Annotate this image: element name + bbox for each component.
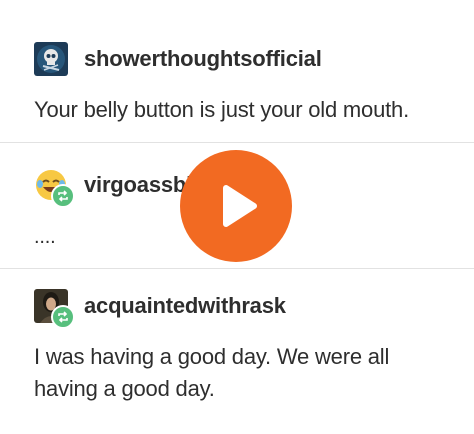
- post-text: Your belly button is just your old mouth…: [34, 97, 409, 122]
- post-text-line: I was having a good day. We were all: [34, 344, 390, 369]
- username[interactable]: acquaintedwithrask: [84, 293, 286, 319]
- avatar[interactable]: [34, 168, 75, 208]
- post-acquaintedwithrask: acquaintedwithrask I was having a good d…: [0, 269, 474, 434]
- post-text-line: having a good day.: [34, 376, 215, 401]
- play-icon: [223, 185, 257, 227]
- post-header: acquaintedwithrask: [34, 289, 286, 329]
- post-header: showerthoughtsofficial: [34, 42, 322, 76]
- post-text: ....: [34, 226, 56, 248]
- post-showerthoughts: showerthoughtsofficial Your belly button…: [0, 0, 474, 142]
- skull-avatar-icon: [34, 42, 68, 76]
- username[interactable]: showerthoughtsofficial: [84, 46, 322, 72]
- play-button[interactable]: [180, 150, 292, 262]
- avatar[interactable]: [34, 289, 75, 329]
- reblog-icon: [51, 184, 75, 208]
- reblog-icon: [51, 305, 75, 329]
- avatar[interactable]: [34, 42, 68, 76]
